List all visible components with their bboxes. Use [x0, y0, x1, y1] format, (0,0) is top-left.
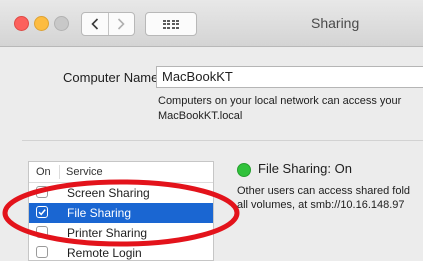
zoom-window-button[interactable] [54, 16, 69, 31]
sharing-description: Other users can access shared fold [237, 185, 411, 197]
service-label: Printer Sharing [67, 226, 148, 240]
service-row-printer-sharing[interactable]: Printer Sharing [29, 223, 213, 243]
back-button[interactable] [82, 13, 108, 35]
chevron-left-icon [91, 18, 98, 30]
window-titlebar: Sharing [0, 0, 423, 47]
service-row-file-sharing[interactable]: File Sharing [29, 203, 213, 223]
show-all-button[interactable] [145, 12, 197, 36]
service-list-header: On Service [29, 162, 213, 183]
close-window-button[interactable] [14, 16, 29, 31]
service-checkbox[interactable] [36, 186, 48, 198]
status-indicator-icon [237, 163, 251, 177]
column-header-on[interactable]: On [36, 166, 51, 178]
service-label: File Sharing [67, 206, 132, 220]
service-row-remote-login[interactable]: Remote Login [29, 243, 213, 260]
forward-button[interactable] [107, 13, 135, 35]
sharing-address: all volumes, at smb://10.16.148.97 [237, 199, 405, 211]
service-label: Screen Sharing [67, 186, 150, 200]
section-divider [22, 140, 423, 141]
service-checkbox[interactable] [36, 226, 48, 238]
computer-name-label: Computer Name: [63, 70, 162, 85]
service-checkbox[interactable] [36, 246, 48, 258]
local-hostname: MacBookKT.local [158, 110, 243, 122]
navigation-buttons [81, 12, 135, 36]
service-list: On Service Screen Sharing File Sharing P… [28, 161, 214, 261]
service-checkbox[interactable] [36, 206, 48, 218]
service-label: Remote Login [67, 246, 142, 260]
service-row-screen-sharing[interactable]: Screen Sharing [29, 183, 213, 203]
sharing-status: File Sharing: On [258, 161, 352, 176]
computer-name-field[interactable]: MacBookKT [156, 66, 423, 88]
column-header-service[interactable]: Service [66, 166, 103, 178]
grid-icon [162, 19, 180, 29]
minimize-window-button[interactable] [34, 16, 49, 31]
column-separator [59, 165, 60, 179]
chevron-right-icon [118, 18, 125, 30]
window-title: Sharing [311, 15, 360, 31]
checkmark-icon [38, 209, 46, 216]
computer-name-help: Computers on your local network can acce… [158, 95, 402, 107]
